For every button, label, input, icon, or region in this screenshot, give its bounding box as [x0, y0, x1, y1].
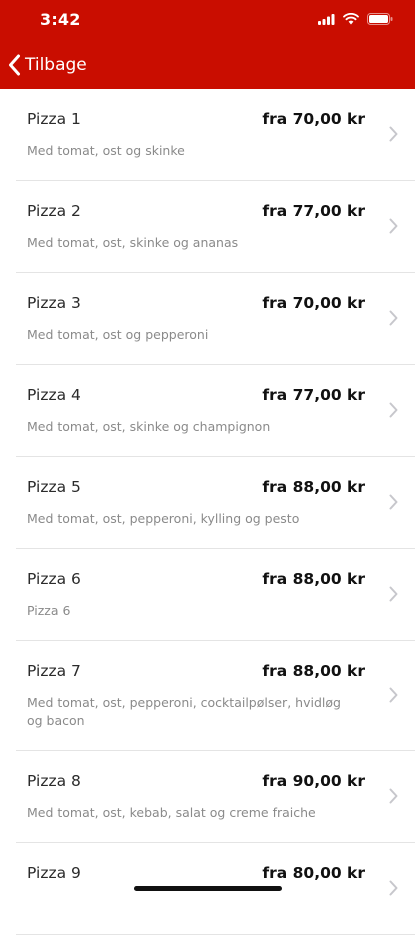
list-item[interactable]: Pizza 2 fra 77,00 kr Med tomat, ost, ski…: [0, 181, 415, 273]
list-item[interactable]: Pizza 5 fra 88,00 kr Med tomat, ost, pep…: [0, 457, 415, 549]
item-price: fra 88,00 kr: [262, 478, 365, 496]
item-description: Med tomat, ost, pepperoni, kylling og pe…: [27, 511, 300, 526]
chevron-right-icon: [389, 218, 398, 234]
item-description: Med tomat, ost, pepperoni, cocktailpølse…: [27, 695, 341, 728]
status-time: 3:42: [40, 10, 81, 29]
item-name: Pizza 3: [27, 294, 81, 312]
chevron-right-icon: [389, 494, 398, 510]
item-name: Pizza 5: [27, 478, 81, 496]
item-description: Med tomat, ost, skinke og ananas: [27, 235, 239, 250]
list-item[interactable]: Pizza 6 fra 88,00 kr Pizza 6: [0, 549, 415, 641]
item-price: fra 88,00 kr: [262, 570, 365, 588]
wifi-icon: [343, 13, 359, 25]
item-description: Med tomat, ost og pepperoni: [27, 327, 209, 342]
chevron-right-icon: [389, 880, 398, 896]
battery-icon: [367, 13, 393, 25]
list-item[interactable]: Pizza 8 fra 90,00 kr Med tomat, ost, keb…: [0, 751, 415, 843]
item-price: fra 88,00 kr: [262, 662, 365, 680]
item-price: fra 70,00 kr: [262, 110, 365, 128]
item-name: Pizza 9: [27, 864, 81, 882]
chevron-right-icon: [389, 586, 398, 602]
item-name: Pizza 8: [27, 772, 81, 790]
pizza-list: Pizza 1 fra 70,00 kr Med tomat, ost og s…: [0, 89, 415, 935]
chevron-left-icon: [9, 54, 20, 76]
item-description: Med tomat, ost, skinke og champignon: [27, 419, 271, 434]
status-icons: [318, 13, 393, 25]
signal-icon: [318, 13, 335, 25]
back-button[interactable]: Tilbage: [8, 54, 87, 76]
item-name: Pizza 2: [27, 202, 81, 220]
chevron-right-icon: [389, 402, 398, 418]
chevron-right-icon: [389, 788, 398, 804]
item-price: fra 77,00 kr: [262, 202, 365, 220]
nav-bar: 3:42 Tilbage: [0, 0, 415, 89]
back-label: Tilbage: [25, 55, 87, 75]
list-item[interactable]: Pizza 1 fra 70,00 kr Med tomat, ost og s…: [0, 89, 415, 181]
item-name: Pizza 7: [27, 662, 81, 680]
item-description: Med tomat, ost, kebab, salat og creme fr…: [27, 805, 316, 820]
list-item[interactable]: Pizza 3 fra 70,00 kr Med tomat, ost og p…: [0, 273, 415, 365]
item-name: Pizza 4: [27, 386, 81, 404]
item-price: fra 90,00 kr: [262, 772, 365, 790]
list-item[interactable]: Pizza 7 fra 88,00 kr Med tomat, ost, pep…: [0, 641, 415, 751]
item-description: Med tomat, ost og skinke: [27, 143, 185, 158]
item-description: Pizza 6: [27, 603, 71, 618]
chevron-right-icon: [389, 126, 398, 142]
item-name: Pizza 6: [27, 570, 81, 588]
item-price: fra 80,00 kr: [262, 864, 365, 882]
item-price: fra 77,00 kr: [262, 386, 365, 404]
item-name: Pizza 1: [27, 110, 81, 128]
home-indicator[interactable]: [134, 886, 282, 891]
item-price: fra 70,00 kr: [262, 294, 365, 312]
chevron-right-icon: [389, 310, 398, 326]
chevron-right-icon: [389, 687, 398, 703]
list-item[interactable]: Pizza 4 fra 77,00 kr Med tomat, ost, ski…: [0, 365, 415, 457]
